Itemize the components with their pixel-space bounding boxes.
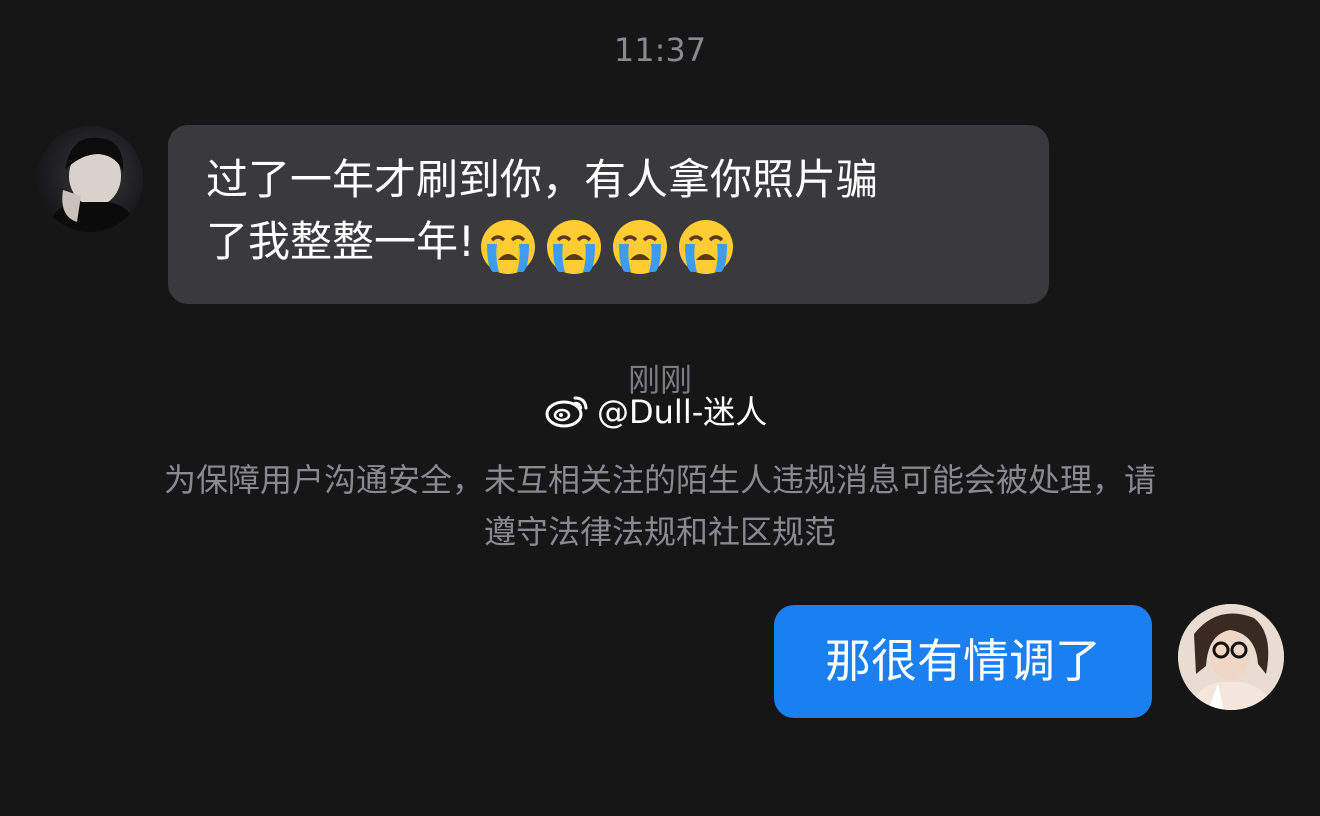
outgoing-message-bubble[interactable]: 那很有情调了: [774, 605, 1152, 718]
sender-avatar[interactable]: [37, 126, 143, 232]
user-avatar-photo: [1178, 604, 1284, 710]
loudly-crying-face-emoji: [545, 218, 603, 276]
watermark-handle: @Dull-迷人: [597, 393, 768, 431]
incoming-message-line-1: 过了一年才刷到你，有人拿你照片骗: [206, 155, 879, 204]
loudly-crying-face-emoji: [479, 218, 537, 276]
weibo-logo-icon: [545, 396, 588, 428]
loudly-crying-face-emoji: [677, 218, 735, 276]
weibo-watermark: @Dull-迷人: [545, 390, 768, 431]
outgoing-message-text: 那很有情调了: [825, 634, 1101, 688]
user-avatar[interactable]: [1178, 604, 1284, 710]
message-timestamp: 11:37: [613, 31, 707, 69]
sender-avatar-photo: [47, 137, 137, 232]
incoming-message-line-2-wrap: 了我整整一年!: [206, 211, 1019, 276]
emoji-group: [479, 213, 743, 276]
incoming-message-bubble[interactable]: 过了一年才刷到你，有人拿你照片骗 了我整整一年!: [168, 125, 1049, 304]
incoming-message-line-2: 了我整整一年!: [206, 217, 475, 266]
safety-notice: 为保障用户沟通安全，未互相关注的陌生人违规消息可能会被处理，请遵守法律法规和社区…: [163, 461, 1156, 551]
loudly-crying-face-emoji: [611, 218, 669, 276]
